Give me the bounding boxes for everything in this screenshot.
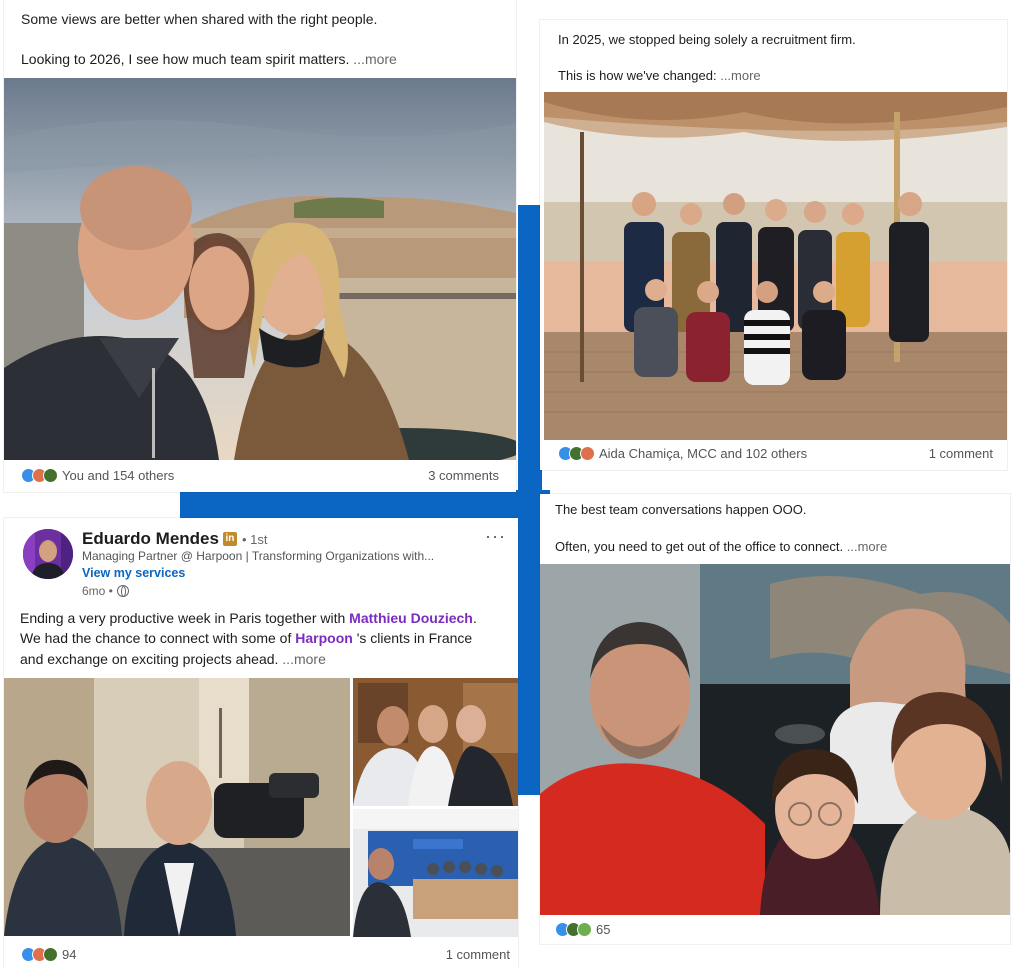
reaction-icons [558, 446, 595, 461]
mention-link[interactable]: Matthieu Douziech [349, 610, 473, 626]
reaction-icons [555, 922, 592, 937]
post-card-1: Some views are better when shared with t… [4, 0, 516, 492]
post-photo-meeting-room[interactable] [353, 809, 518, 937]
see-more-link[interactable]: ...more [282, 651, 326, 667]
post-text-line: We had the chance to connect with some o… [20, 630, 473, 646]
reactions-summary[interactable]: 94 [21, 947, 76, 962]
post-text-line: In 2025, we stopped being solely a recru… [558, 32, 856, 47]
connection-degree: • 1st [241, 531, 268, 547]
post-photo-team-terrace[interactable] [544, 92, 1007, 440]
post-text-line: Ending a very productive week in Paris t… [20, 610, 477, 626]
see-more-link[interactable]: ...more [847, 539, 887, 554]
comments-count[interactable]: 3 comments [428, 468, 499, 483]
post-text-line: Some views are better when shared with t… [21, 11, 378, 27]
reactions-summary[interactable]: You and 154 others [21, 468, 174, 483]
post-photo-paris-street[interactable] [4, 678, 350, 936]
reactions-summary[interactable]: Aida Chamiça, MCC and 102 others [558, 446, 807, 461]
post-photo-lisbon-selfie[interactable] [4, 78, 516, 460]
celebrate-reaction-icon [577, 922, 592, 937]
support-reaction-icon [43, 468, 58, 483]
post-text-line: The best team conversations happen OOO. [555, 502, 807, 517]
comments-count[interactable]: 1 comment [446, 947, 510, 962]
reactions-count: 94 [62, 947, 77, 962]
reactions-text: Aida Chamiça, MCC and 102 others [599, 446, 808, 461]
comments-count[interactable]: 1 comment [929, 446, 993, 461]
author-row: Eduardo Mendes in • 1st [82, 529, 267, 549]
globe-icon [116, 585, 129, 597]
reactions-summary[interactable]: 65 [555, 922, 610, 937]
post-text-line: and exchange on exciting projects ahead.… [20, 651, 326, 667]
author-name[interactable]: Eduardo Mendes [82, 529, 219, 549]
post-text-line: Looking to 2026, I see how much team spi… [21, 51, 397, 67]
post-text-line: Often, you need to get out of the office… [555, 539, 888, 554]
post-photo-office-group[interactable] [353, 678, 518, 806]
see-more-link[interactable]: ...more [353, 51, 397, 67]
post-photo-aquarium-selfie[interactable] [540, 564, 1010, 915]
reactions-count: 65 [596, 922, 611, 937]
see-more-link[interactable]: ...more [720, 68, 760, 83]
reactions-text: You and 154 others [62, 468, 175, 483]
avatar[interactable] [23, 529, 73, 579]
linkedin-premium-icon: in [222, 532, 237, 546]
ellipsis-menu-icon[interactable]: ··· [485, 526, 506, 547]
author-headline: Managing Partner @ Harpoon | Transformin… [82, 549, 435, 563]
post-card-4: The best team conversations happen OOO. … [540, 494, 1010, 944]
post-meta: 6mo • [82, 584, 129, 598]
connector-horizontal [180, 490, 550, 520]
support-reaction-icon [43, 947, 58, 962]
reaction-icons [21, 947, 58, 962]
love-reaction-icon [580, 446, 595, 461]
post-card-3: Eduardo Mendes in • 1st ··· Managing Par… [4, 518, 518, 968]
post-age: 6mo • [82, 584, 113, 598]
view-services-link[interactable]: View my services [82, 566, 185, 580]
reaction-icons [21, 468, 58, 483]
post-card-2: In 2025, we stopped being solely a recru… [540, 20, 1007, 470]
post-text-line: This is how we've changed: ...more [558, 68, 761, 83]
company-mention-link[interactable]: Harpoon [295, 630, 353, 646]
